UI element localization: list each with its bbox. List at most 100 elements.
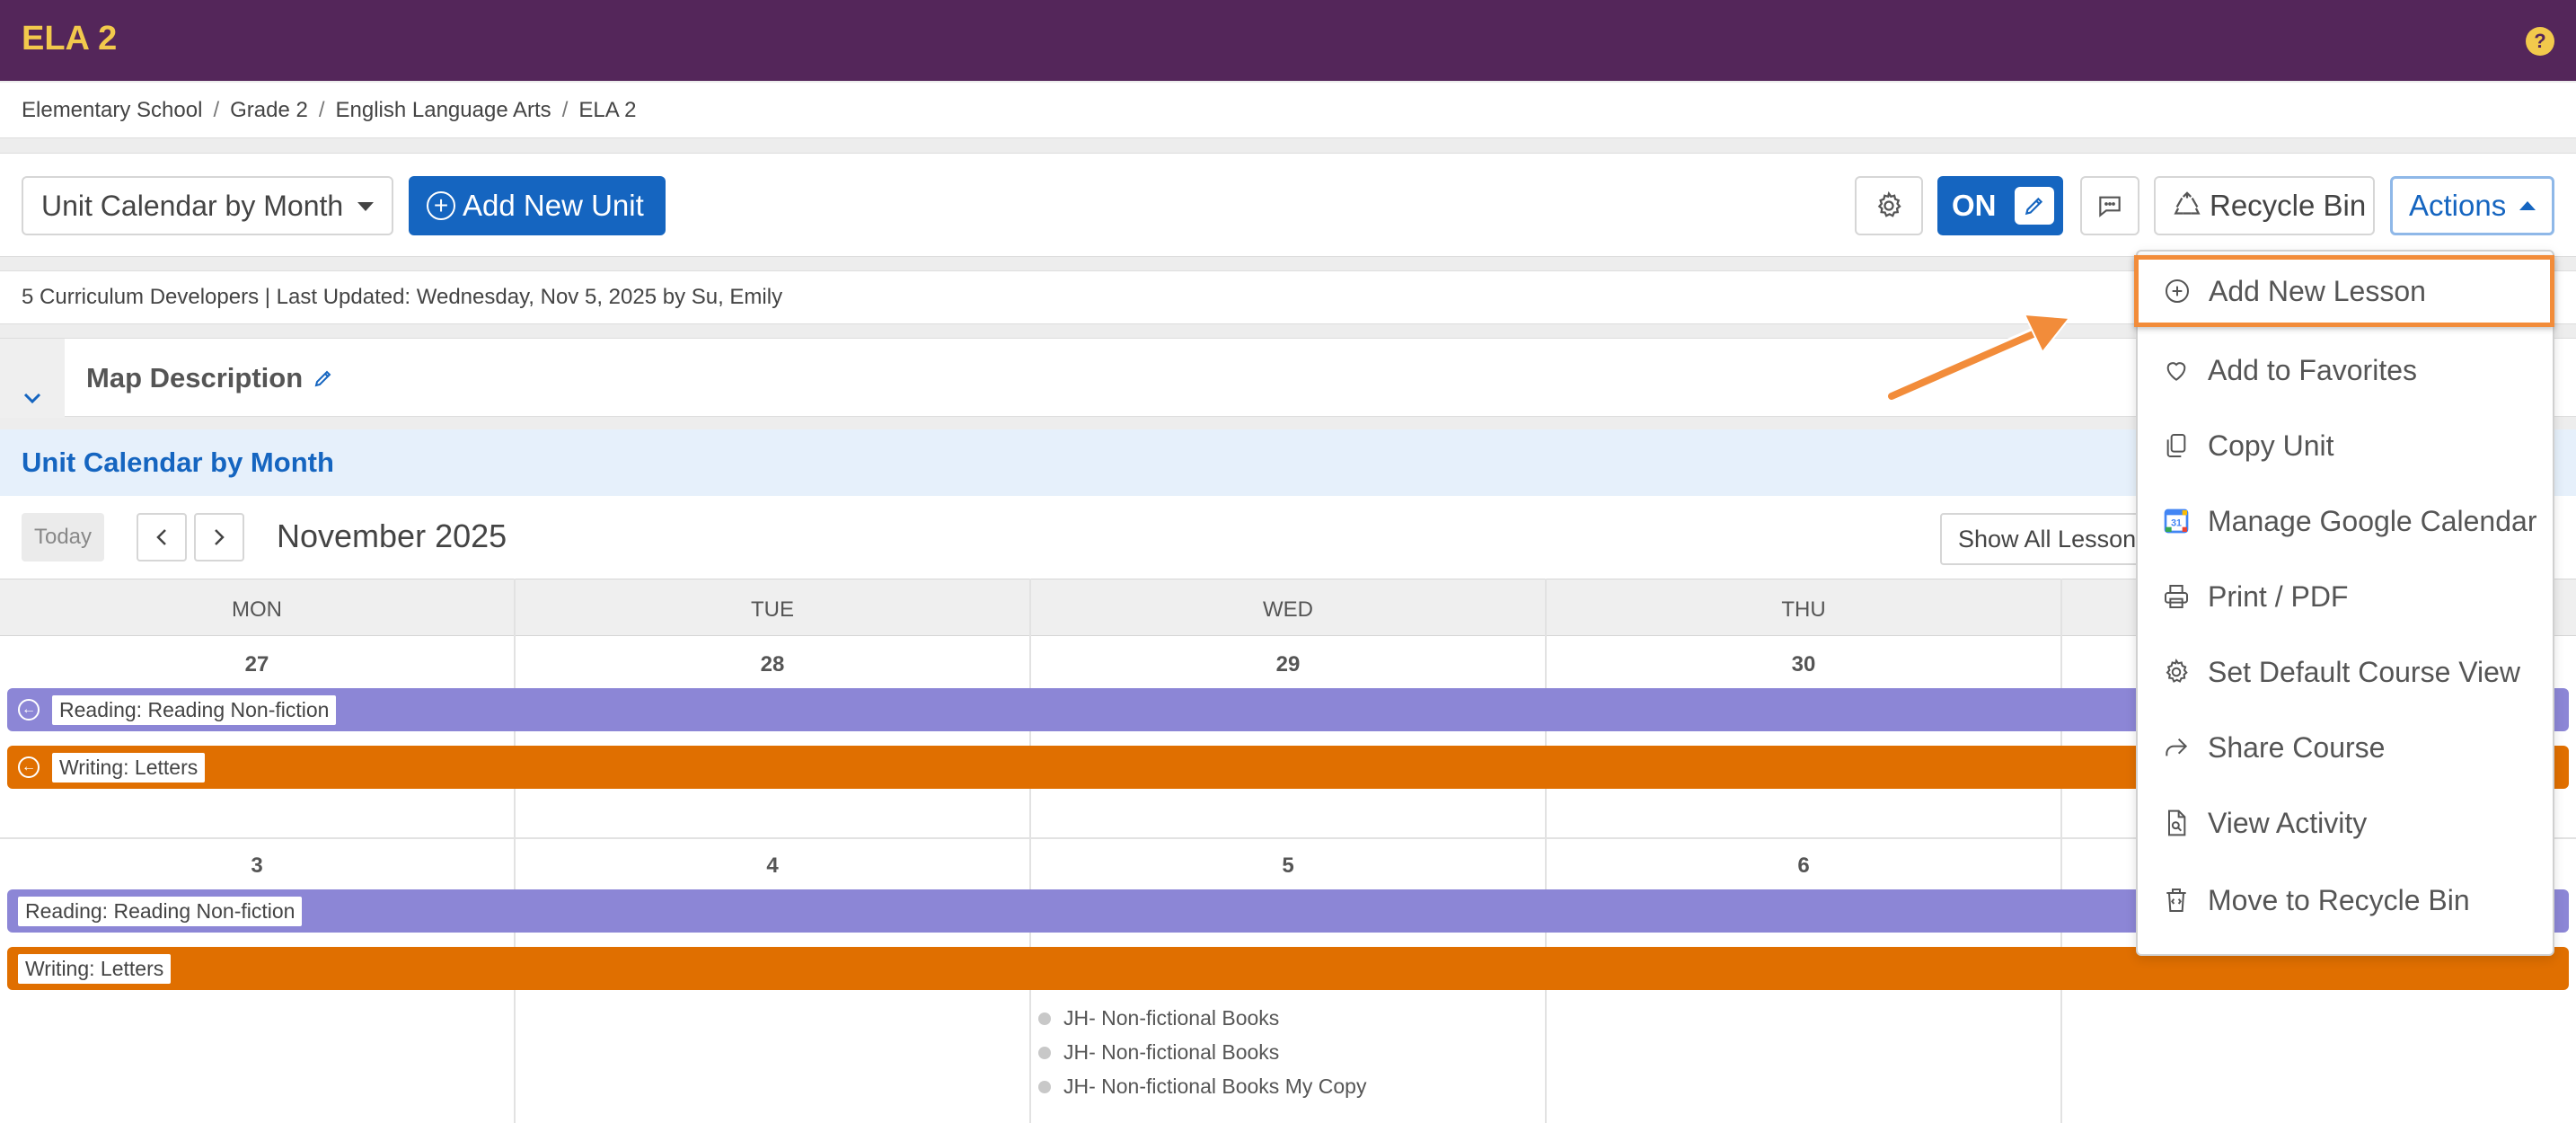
caret-up-icon [2519, 201, 2536, 210]
lesson-dot [1038, 1012, 1051, 1025]
day-number[interactable]: 6 [1547, 853, 2060, 879]
previous-month-button[interactable] [137, 513, 187, 562]
actions-button[interactable]: Actions [2390, 176, 2554, 235]
lesson-dot [1038, 1080, 1051, 1093]
unit-label: Writing: Letters [18, 953, 172, 984]
menu-item-set-default-course-view[interactable]: Set Default Course View [2138, 636, 2553, 708]
lesson-item[interactable]: JH- Non-fictional Books [1038, 1006, 1279, 1030]
next-month-button[interactable] [194, 513, 244, 562]
breadcrumb-course[interactable]: ELA 2 [578, 98, 636, 123]
map-description-label: Map Description [86, 362, 304, 393]
menu-item-label: Share Course [2208, 730, 2386, 764]
weekday-mon: MON [232, 597, 282, 622]
meta-text: 5 Curriculum Developers | Last Updated: … [22, 285, 783, 309]
month-label: November 2025 [277, 517, 507, 554]
arrow-left-circle-icon: ← [18, 756, 40, 778]
help-icon[interactable]: ? [2526, 27, 2554, 56]
expand-toggle[interactable] [0, 339, 65, 418]
printer-icon [2161, 581, 2192, 612]
caret-down-icon [357, 202, 374, 211]
breadcrumb-separator: / [561, 97, 569, 122]
google-calendar-icon: 31 [2161, 506, 2192, 536]
breadcrumb: Elementary School / Grade 2 / English La… [0, 83, 2576, 138]
day-number[interactable]: 30 [1547, 652, 2060, 677]
menu-item-label: Copy Unit [2208, 429, 2334, 462]
menu-item-label: View Activity [2208, 806, 2368, 839]
lesson-item[interactable]: JH- Non-fictional Books [1038, 1040, 1279, 1065]
app-header: ELA 2 ? [0, 0, 2576, 81]
share-icon [2161, 732, 2192, 763]
trash-icon [2161, 885, 2192, 915]
speech-bubble-icon [2099, 196, 2121, 217]
edit-pencil-icon[interactable] [313, 367, 334, 393]
menu-item-add-to-favorites[interactable]: Add to Favorites [2138, 334, 2553, 406]
chevron-right-icon [215, 529, 225, 545]
menu-item-label: Add New Lesson [2209, 274, 2426, 307]
toggle-label: ON [1952, 189, 1997, 222]
gear-icon [2161, 657, 2192, 687]
menu-item-label: Manage Google Calendar [2208, 504, 2537, 537]
weekday-tue: TUE [751, 597, 794, 622]
actions-label: Actions [2409, 189, 2507, 222]
pencil-icon [2015, 187, 2054, 225]
lesson-dot [1038, 1046, 1051, 1059]
chevron-down-icon [23, 393, 41, 404]
chevron-left-icon [156, 529, 166, 545]
plus-circle-icon: + [427, 191, 455, 220]
plus-circle-icon [2162, 276, 2192, 306]
weekday-wed: WED [1263, 597, 1313, 622]
edit-mode-toggle[interactable]: ON [1937, 176, 2063, 235]
breadcrumb-separator: / [318, 97, 325, 122]
actions-dropdown-menu: Add New Lesson Add to Favorites Copy Uni… [2134, 250, 2554, 956]
day-number[interactable]: 4 [516, 853, 1029, 879]
settings-button[interactable] [1855, 176, 1923, 235]
day-number[interactable]: 29 [1031, 652, 1545, 677]
menu-item-copy-unit[interactable]: Copy Unit [2138, 410, 2553, 482]
unit-label: Reading: Reading Non-fiction [18, 896, 303, 926]
lesson-title: JH- Non-fictional Books [1063, 1006, 1280, 1030]
view-select-label: Unit Calendar by Month [41, 189, 344, 222]
lesson-title: JH- Non-fictional Books My Copy [1063, 1074, 1367, 1098]
day-number[interactable]: 27 [0, 652, 514, 677]
breadcrumb-subject[interactable]: English Language Arts [336, 98, 551, 123]
recycle-bin-button[interactable]: Recycle Bin [2154, 176, 2375, 235]
menu-item-move-to-recycle-bin[interactable]: Move to Recycle Bin [2138, 864, 2553, 936]
course-title: ELA 2 [22, 20, 118, 57]
menu-item-label: Set Default Course View [2208, 655, 2521, 688]
menu-item-label: Move to Recycle Bin [2208, 883, 2470, 916]
day-number[interactable]: 3 [0, 853, 514, 879]
add-new-unit-label: Add New Unit [463, 189, 644, 222]
menu-item-label: Add to Favorites [2208, 353, 2417, 386]
menu-item-label: Print / PDF [2208, 579, 2349, 613]
menu-item-print-pdf[interactable]: Print / PDF [2138, 561, 2553, 632]
add-new-unit-button[interactable]: + Add New Unit [409, 176, 666, 235]
heart-icon [2161, 355, 2192, 385]
gear-icon [1877, 190, 1901, 217]
recycle-bin-label: Recycle Bin [2210, 189, 2367, 222]
unit-label: Reading: Reading Non-fiction [52, 694, 337, 725]
day-number[interactable]: 5 [1031, 853, 1545, 879]
menu-item-view-activity[interactable]: View Activity [2138, 787, 2553, 859]
menu-item-add-new-lesson[interactable]: Add New Lesson [2134, 255, 2554, 327]
menu-item-manage-google-calendar[interactable]: 31 Manage Google Calendar [2138, 485, 2553, 557]
lesson-item[interactable]: JH- Non-fictional Books My Copy [1038, 1074, 1366, 1099]
day-number[interactable]: 28 [516, 652, 1029, 677]
column-divider [2060, 579, 2062, 1123]
toolbar: Unit Calendar by Month + Add New Unit ON… [0, 153, 2576, 257]
breadcrumb-separator: / [213, 97, 220, 122]
calendar-title: Unit Calendar by Month [22, 447, 334, 478]
view-select[interactable]: Unit Calendar by Month [22, 176, 393, 235]
svg-text:31: 31 [2171, 517, 2182, 528]
menu-item-share-course[interactable]: Share Course [2138, 712, 2553, 783]
document-search-icon [2161, 808, 2192, 838]
weekday-thu: THU [1781, 597, 1826, 622]
comments-button[interactable] [2080, 176, 2139, 235]
today-button[interactable]: Today [22, 513, 104, 562]
unit-label: Writing: Letters [52, 752, 206, 783]
arrow-left-circle-icon: ← [18, 699, 40, 721]
breadcrumb-grade[interactable]: Grade 2 [230, 98, 308, 123]
breadcrumb-school[interactable]: Elementary School [22, 98, 202, 123]
lesson-title: JH- Non-fictional Books [1063, 1040, 1280, 1064]
recycle-icon [2174, 191, 2201, 215]
copy-icon [2161, 430, 2192, 461]
